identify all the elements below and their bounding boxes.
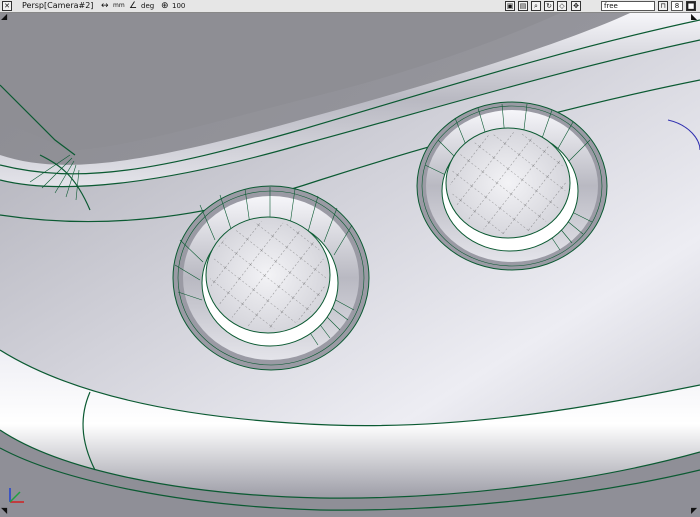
length-unit-icon: ↔ (101, 1, 109, 11)
rotate-icon[interactable]: ↻ (544, 1, 554, 11)
left-dish (172, 185, 370, 371)
save-view-icon[interactable]: ▤ (518, 1, 528, 11)
render-icon[interactable]: ▣ (505, 1, 515, 11)
zoom-icon[interactable]: ⌕ (531, 1, 541, 11)
corner-handle-bottom-left[interactable]: ◥ (1, 506, 7, 515)
corner-handle-bottom-right[interactable]: ◤ (691, 506, 697, 515)
angle-unit-label[interactable]: deg (141, 0, 154, 12)
viewport-toolbar: ✕ Persp[Camera#2] ↔ mm ∠ deg ⊕ 100 ▣ ▤ ⌕… (0, 0, 700, 13)
corner-handle-top-left[interactable]: ◢ (1, 12, 7, 21)
right-dish (416, 101, 608, 271)
number-field[interactable]: 8 (671, 1, 683, 11)
modeling-window: ✕ Persp[Camera#2] ↔ mm ∠ deg ⊕ 100 ▣ ▤ ⌕… (0, 0, 700, 517)
maximize-icon[interactable]: ■ (686, 1, 696, 11)
view-label[interactable]: Persp[Camera#2] (22, 0, 93, 12)
model-render (0, 13, 700, 517)
layout-icon[interactable]: ⊓ (658, 1, 668, 11)
pan-icon[interactable]: ✥ (571, 1, 581, 11)
3d-viewport[interactable] (0, 13, 700, 517)
fit-icon[interactable]: ◇ (557, 1, 567, 11)
corner-handle-top-right[interactable]: ◣ (691, 12, 697, 21)
scale-icon: ⊕ (161, 1, 169, 11)
scale-value[interactable]: 100 (172, 0, 185, 12)
angle-unit-icon: ∠ (129, 1, 138, 11)
length-unit-label[interactable]: mm (113, 0, 125, 12)
close-icon[interactable]: ✕ (2, 1, 12, 11)
mode-field[interactable]: free (601, 1, 655, 11)
